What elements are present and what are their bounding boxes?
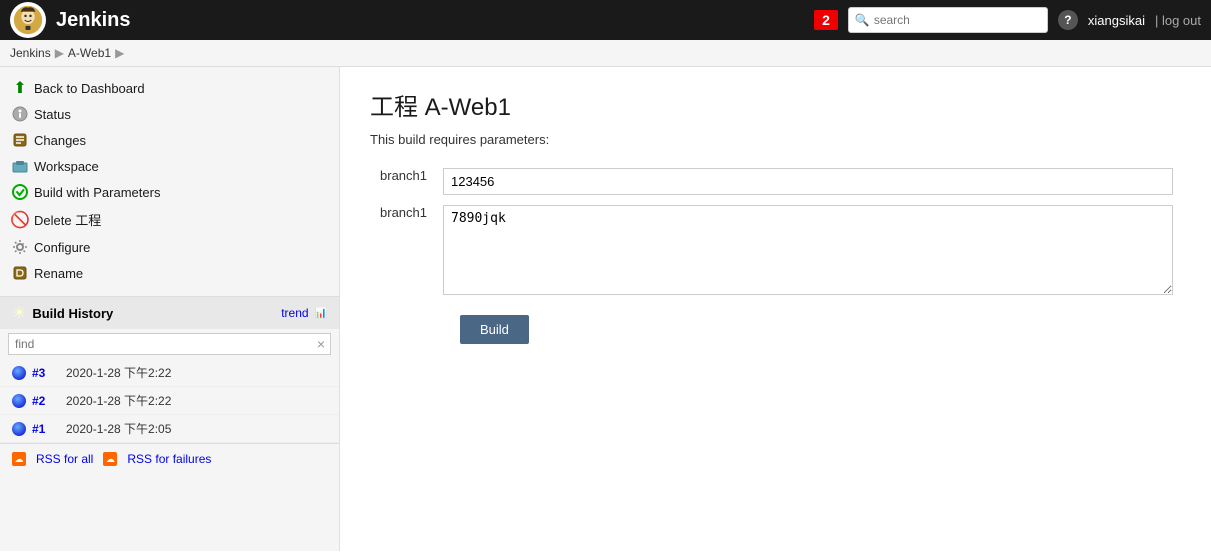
- workspace-icon: [12, 158, 28, 174]
- param2-textarea[interactable]: [443, 205, 1173, 295]
- status-icon: [12, 106, 28, 122]
- build-link-3[interactable]: #3: [32, 366, 60, 380]
- logout-button[interactable]: | log out: [1155, 13, 1201, 28]
- build-ball-3: [12, 366, 26, 380]
- find-input[interactable]: [8, 333, 331, 355]
- search-input[interactable]: [874, 13, 1034, 27]
- param1-input[interactable]: [443, 168, 1173, 195]
- param1-label: branch1: [370, 163, 435, 200]
- sidebar-item-back[interactable]: ⬆ Back to Dashboard: [0, 75, 339, 101]
- param2-label: branch1: [370, 200, 435, 303]
- build-time-3: 2020-1-28 下午2:22: [66, 364, 327, 381]
- build-time-2: 2020-1-28 下午2:22: [66, 392, 327, 409]
- changes-icon: [12, 132, 28, 148]
- help-icon[interactable]: ?: [1058, 10, 1078, 30]
- breadcrumb-jenkins[interactable]: Jenkins: [10, 46, 51, 60]
- table-row-param1: branch1: [370, 163, 1181, 200]
- app-header: Jenkins 2 🔍 ? xiangsikai | log out: [0, 0, 1211, 40]
- sidebar-item-build-params-label: Build with Parameters: [34, 185, 160, 200]
- sidebar-item-workspace-label: Workspace: [34, 159, 99, 174]
- page-title: 工程 A-Web1: [370, 87, 1181, 122]
- build-link-1[interactable]: #1: [32, 422, 60, 436]
- search-icon: 🔍: [855, 13, 870, 27]
- sidebar-item-status[interactable]: Status: [0, 101, 339, 127]
- sidebar-item-delete[interactable]: 🚫 Delete 工程: [0, 205, 339, 234]
- notification-badge[interactable]: 2: [814, 10, 838, 30]
- build-time-1: 2020-1-28 下午2:05: [66, 420, 327, 437]
- build-item-1: #1 2020-1-28 下午2:05: [0, 415, 339, 443]
- sidebar: ⬆ Back to Dashboard Status Changes Works…: [0, 67, 340, 551]
- build-ball-2: [12, 394, 26, 408]
- configure-icon: [12, 239, 28, 255]
- username-label: xiangsikai: [1088, 13, 1145, 28]
- sidebar-item-changes-label: Changes: [34, 133, 86, 148]
- build-notice: This build requires parameters:: [370, 132, 1181, 147]
- rss-footer: ☁ RSS for all ☁ RSS for failures: [0, 443, 339, 474]
- sidebar-item-rename-label: Rename: [34, 266, 83, 281]
- param2-input-cell: [435, 200, 1181, 303]
- sidebar-item-configure-label: Configure: [34, 240, 90, 255]
- breadcrumb-sep-2: ▶: [115, 46, 124, 60]
- delete-icon: 🚫: [12, 212, 28, 228]
- build-item-2: #2 2020-1-28 下午2:22: [0, 387, 339, 415]
- params-table: branch1 branch1: [370, 163, 1181, 303]
- build-ball-1: [12, 422, 26, 436]
- rss-all-link[interactable]: RSS for all: [36, 452, 93, 466]
- app-title: Jenkins: [56, 9, 130, 32]
- jenkins-logo: [10, 2, 46, 38]
- build-link-2[interactable]: #2: [32, 394, 60, 408]
- sidebar-item-back-label: Back to Dashboard: [34, 81, 145, 96]
- find-clear-button[interactable]: ×: [317, 336, 325, 352]
- sidebar-item-delete-label: Delete 工程: [34, 210, 101, 229]
- param1-input-cell: [435, 163, 1181, 200]
- sun-icon: ☀: [12, 303, 26, 323]
- rss-failures-icon: ☁: [103, 452, 117, 466]
- rename-icon: [12, 265, 28, 281]
- rss-failures-link[interactable]: RSS for failures: [127, 452, 211, 466]
- build-item-3: #3 2020-1-28 下午2:22: [0, 359, 339, 387]
- trend-chart-icon: 📊: [315, 308, 327, 319]
- sidebar-item-rename[interactable]: Rename: [0, 260, 339, 286]
- find-input-wrap: ×: [0, 329, 339, 359]
- build-history-header: ☀ Build History trend 📊: [0, 297, 339, 329]
- breadcrumb: Jenkins ▶ A-Web1 ▶: [0, 40, 1211, 67]
- main-layout: ⬆ Back to Dashboard Status Changes Works…: [0, 67, 1211, 551]
- sidebar-item-build-params[interactable]: Build with Parameters: [0, 179, 339, 205]
- rss-all-icon: ☁: [12, 452, 26, 466]
- table-row-param2: branch1: [370, 200, 1181, 303]
- build-history-title: Build History: [32, 306, 275, 321]
- breadcrumb-aweb1[interactable]: A-Web1: [68, 46, 111, 60]
- build-history-section: ☀ Build History trend 📊 × #3 2020-1-28 下…: [0, 296, 339, 474]
- main-content: 工程 A-Web1 This build requires parameters…: [340, 67, 1211, 551]
- sidebar-item-changes[interactable]: Changes: [0, 127, 339, 153]
- trend-link[interactable]: trend: [281, 306, 308, 320]
- search-box: 🔍: [848, 7, 1048, 33]
- build-params-icon: [12, 184, 28, 200]
- back-icon: ⬆: [12, 80, 28, 96]
- sidebar-item-configure[interactable]: Configure: [0, 234, 339, 260]
- sidebar-item-workspace[interactable]: Workspace: [0, 153, 339, 179]
- breadcrumb-sep-1: ▶: [55, 46, 64, 60]
- build-button[interactable]: Build: [460, 315, 529, 344]
- sidebar-item-status-label: Status: [34, 107, 71, 122]
